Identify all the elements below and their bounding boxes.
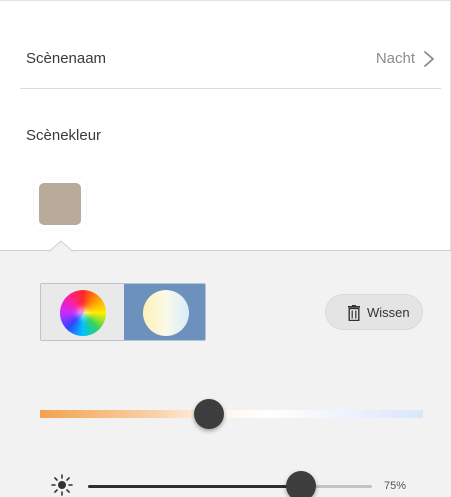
scene-name-row[interactable]: Scènenaam Nacht xyxy=(20,29,441,89)
swatch-color-fill xyxy=(39,183,81,225)
clear-button[interactable]: Wissen xyxy=(325,294,423,330)
white-temperature-mode-button[interactable] xyxy=(124,284,205,340)
trash-icon xyxy=(348,305,360,321)
temperature-circle-icon xyxy=(143,290,189,336)
brightness-value: 75% xyxy=(384,480,407,492)
scene-settings-section: Scènenaam Nacht Scènekleur xyxy=(0,0,451,250)
color-wheel-icon xyxy=(60,290,106,336)
popover-caret xyxy=(49,240,73,252)
color-temperature-slider-handle[interactable] xyxy=(193,399,224,429)
scene-color-swatch[interactable] xyxy=(34,178,86,230)
brightness-slider[interactable] xyxy=(88,485,372,488)
color-wheel-mode-button[interactable] xyxy=(41,284,124,340)
scene-color-label: Scènekleur xyxy=(26,127,102,144)
scene-name-label: Scènenaam xyxy=(26,50,107,67)
brightness-slider-fill xyxy=(88,485,301,488)
brightness-sun-icon xyxy=(51,474,73,496)
color-mode-switch xyxy=(40,283,206,341)
scene-name-value: Nacht xyxy=(375,50,415,67)
chevron-right-icon xyxy=(424,51,434,67)
brightness-slider-handle[interactable] xyxy=(286,471,316,497)
color-temperature-slider[interactable] xyxy=(40,410,423,418)
clear-button-label: Wissen xyxy=(367,305,410,320)
